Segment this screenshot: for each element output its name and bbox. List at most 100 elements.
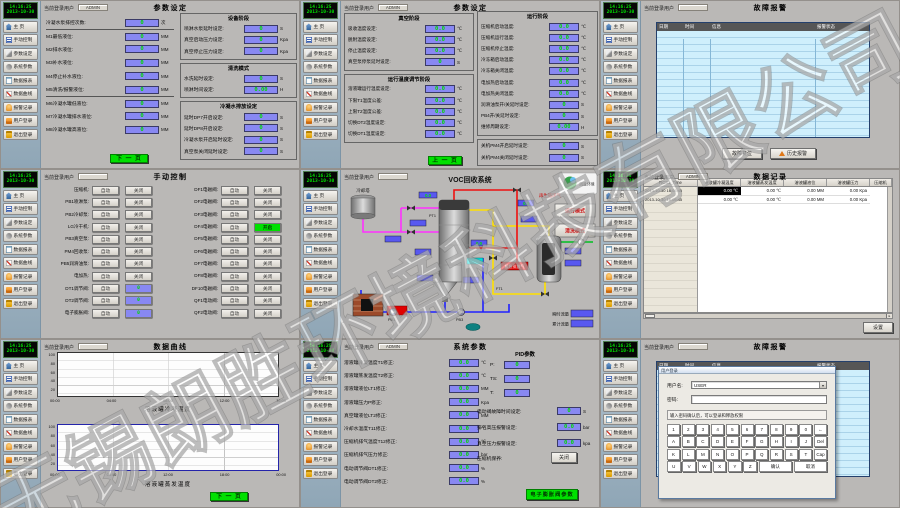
value-field[interactable]: 0 (125, 126, 159, 134)
key-button[interactable]: 8 (770, 424, 783, 435)
sidebar-item-manual[interactable]: 手动控制 (3, 203, 38, 215)
key-button[interactable]: E (726, 436, 739, 447)
confirm-button[interactable]: 确认 (759, 461, 792, 472)
value-field[interactable]: 0 (549, 101, 579, 109)
value-field[interactable]: 0.0 (425, 47, 455, 55)
sidebar-item-home[interactable]: 主 页 (303, 21, 338, 33)
sidebar-item-logout[interactable]: 退出登录 (603, 468, 638, 480)
auto-button[interactable]: 自动 (221, 210, 248, 219)
sidebar-item-params[interactable]: 参数设定 (303, 217, 338, 229)
value-field[interactable]: 0.0 (449, 451, 479, 459)
state-button[interactable]: 0 (125, 309, 152, 318)
auto-button[interactable]: 自动 (221, 198, 248, 207)
state-button[interactable]: 关闭 (254, 259, 281, 268)
sidebar-item-report[interactable]: 数据报表 (603, 75, 638, 87)
sidebar-item-report[interactable]: 数据报表 (3, 244, 38, 256)
sidebar-item-curve[interactable]: 数据曲线 (603, 427, 638, 439)
sidebar-item-logout[interactable]: 退出登录 (603, 298, 638, 310)
sidebar-item-params[interactable]: 参数设定 (3, 48, 38, 60)
auto-button[interactable]: 自动 (221, 259, 248, 268)
key-button[interactable]: ← (814, 424, 827, 435)
sidebar-item-system[interactable]: 系统参数 (303, 230, 338, 242)
sidebar-item-login[interactable]: 用户登录 (3, 454, 38, 466)
next-page-button[interactable]: 下 一 页 (210, 492, 248, 501)
table-row[interactable]: 2013-10-30 16:05:45 0.00 ℃ 0.00 ℃ 0.00 M… (644, 196, 892, 205)
sidebar-item-alarm[interactable]: 报警记录 (303, 102, 338, 114)
settings-button[interactable]: 设置 (863, 322, 893, 333)
value-field[interactable]: 0 (557, 407, 581, 415)
key-button[interactable]: 6 (741, 424, 754, 435)
sidebar-item-logout[interactable]: 退出登录 (303, 298, 338, 310)
history-alarm-button[interactable]: 历史报警 (770, 148, 816, 159)
value-field[interactable]: 0 (549, 154, 579, 162)
sidebar-item-curve[interactable]: 数据曲线 (303, 257, 338, 269)
key-button[interactable]: Cap (814, 449, 827, 460)
auto-button[interactable]: 自动 (92, 210, 119, 219)
state-button[interactable]: 关闭 (254, 272, 281, 281)
key-button[interactable]: V (682, 461, 696, 472)
key-button[interactable]: I (785, 436, 798, 447)
scroll-right-arrow[interactable]: ▸ (886, 314, 892, 318)
key-button[interactable]: A (667, 436, 680, 447)
value-field[interactable]: 0 (244, 75, 278, 83)
state-button[interactable]: 0 (125, 296, 152, 305)
value-field[interactable]: 0.0 (449, 464, 479, 472)
value-field[interactable]: 0.00 (549, 123, 579, 131)
value-field[interactable]: 0.0 (549, 67, 579, 75)
state-button[interactable]: 关闭 (125, 247, 152, 256)
sidebar-item-params[interactable]: 参数设定 (603, 217, 638, 229)
key-button[interactable]: D (711, 436, 724, 447)
sidebar-item-curve[interactable]: 数据曲线 (3, 88, 38, 100)
sidebar-item-manual[interactable]: 手动控制 (303, 203, 338, 215)
sidebar-item-home[interactable]: 主 页 (3, 360, 38, 372)
value-field[interactable]: 0.0 (425, 119, 455, 127)
key-button[interactable]: G (755, 436, 768, 447)
auto-button[interactable]: 自动 (92, 186, 119, 195)
run-mode-button[interactable]: 运行模式 (555, 204, 595, 217)
sidebar-item-curve[interactable]: 数据曲线 (3, 427, 38, 439)
key-button[interactable]: S (785, 449, 798, 460)
sidebar-item-logout[interactable]: 退出登录 (303, 468, 338, 480)
auto-button[interactable]: 自动 (92, 309, 119, 318)
state-button[interactable]: 关闭 (254, 247, 281, 256)
value-field[interactable]: 0 (125, 45, 159, 53)
sidebar-item-manual[interactable]: 手动控制 (3, 34, 38, 46)
value-field[interactable]: 0 (504, 375, 530, 383)
value-field[interactable]: 0.0 (425, 36, 455, 44)
sidebar-item-home[interactable]: 主 页 (3, 190, 38, 202)
sidebar-item-system[interactable]: 系统参数 (603, 61, 638, 73)
auto-button[interactable]: 自动 (221, 186, 248, 195)
value-field[interactable]: 0.0 (549, 45, 579, 53)
value-field[interactable]: 0 (549, 112, 579, 120)
key-button[interactable]: X (713, 461, 727, 472)
table-row[interactable]: 2013-10-30 16:05:45 0.00 ℃ 0.00 ℃ 0.00 M… (644, 187, 892, 196)
state-button[interactable]: 关闭 (125, 210, 152, 219)
value-field[interactable]: 0 (125, 72, 159, 80)
dropdown-arrow-icon[interactable] (819, 382, 826, 388)
sidebar-item-params[interactable]: 参数设定 (303, 48, 338, 60)
sidebar-item-login[interactable]: 用户登录 (603, 115, 638, 127)
sidebar-item-alarm[interactable]: 报警记录 (603, 271, 638, 283)
value-field[interactable]: 0.0 (425, 130, 455, 138)
horizontal-scrollbar[interactable]: ▸ (643, 313, 893, 319)
sidebar-item-manual[interactable]: 手动控制 (303, 34, 338, 46)
value-field[interactable]: 0.0 (549, 79, 579, 87)
key-button[interactable]: Z (743, 461, 757, 472)
sidebar-item-alarm[interactable]: 报警记录 (3, 441, 38, 453)
sidebar-item-system[interactable]: 系统参数 (3, 400, 38, 412)
sidebar-item-system[interactable]: 系统参数 (603, 400, 638, 412)
auto-button[interactable]: 自动 (221, 223, 248, 232)
value-field[interactable]: 0.0 (425, 97, 455, 105)
value-field[interactable]: 0.0 (449, 398, 479, 406)
key-button[interactable]: N (711, 449, 724, 460)
sidebar-item-report[interactable]: 数据报表 (303, 244, 338, 256)
sidebar-item-report[interactable]: 数据报表 (603, 414, 638, 426)
sidebar-item-params[interactable]: 参数设定 (303, 387, 338, 399)
key-button[interactable]: 5 (726, 424, 739, 435)
sidebar-item-report[interactable]: 数据报表 (603, 244, 638, 256)
value-field[interactable]: 0 (244, 47, 278, 55)
auto-button[interactable]: 自动 (92, 284, 119, 293)
state-button[interactable]: 关闭 (125, 186, 152, 195)
sidebar-item-report[interactable]: 数据报表 (303, 414, 338, 426)
key-button[interactable]: W (698, 461, 712, 472)
